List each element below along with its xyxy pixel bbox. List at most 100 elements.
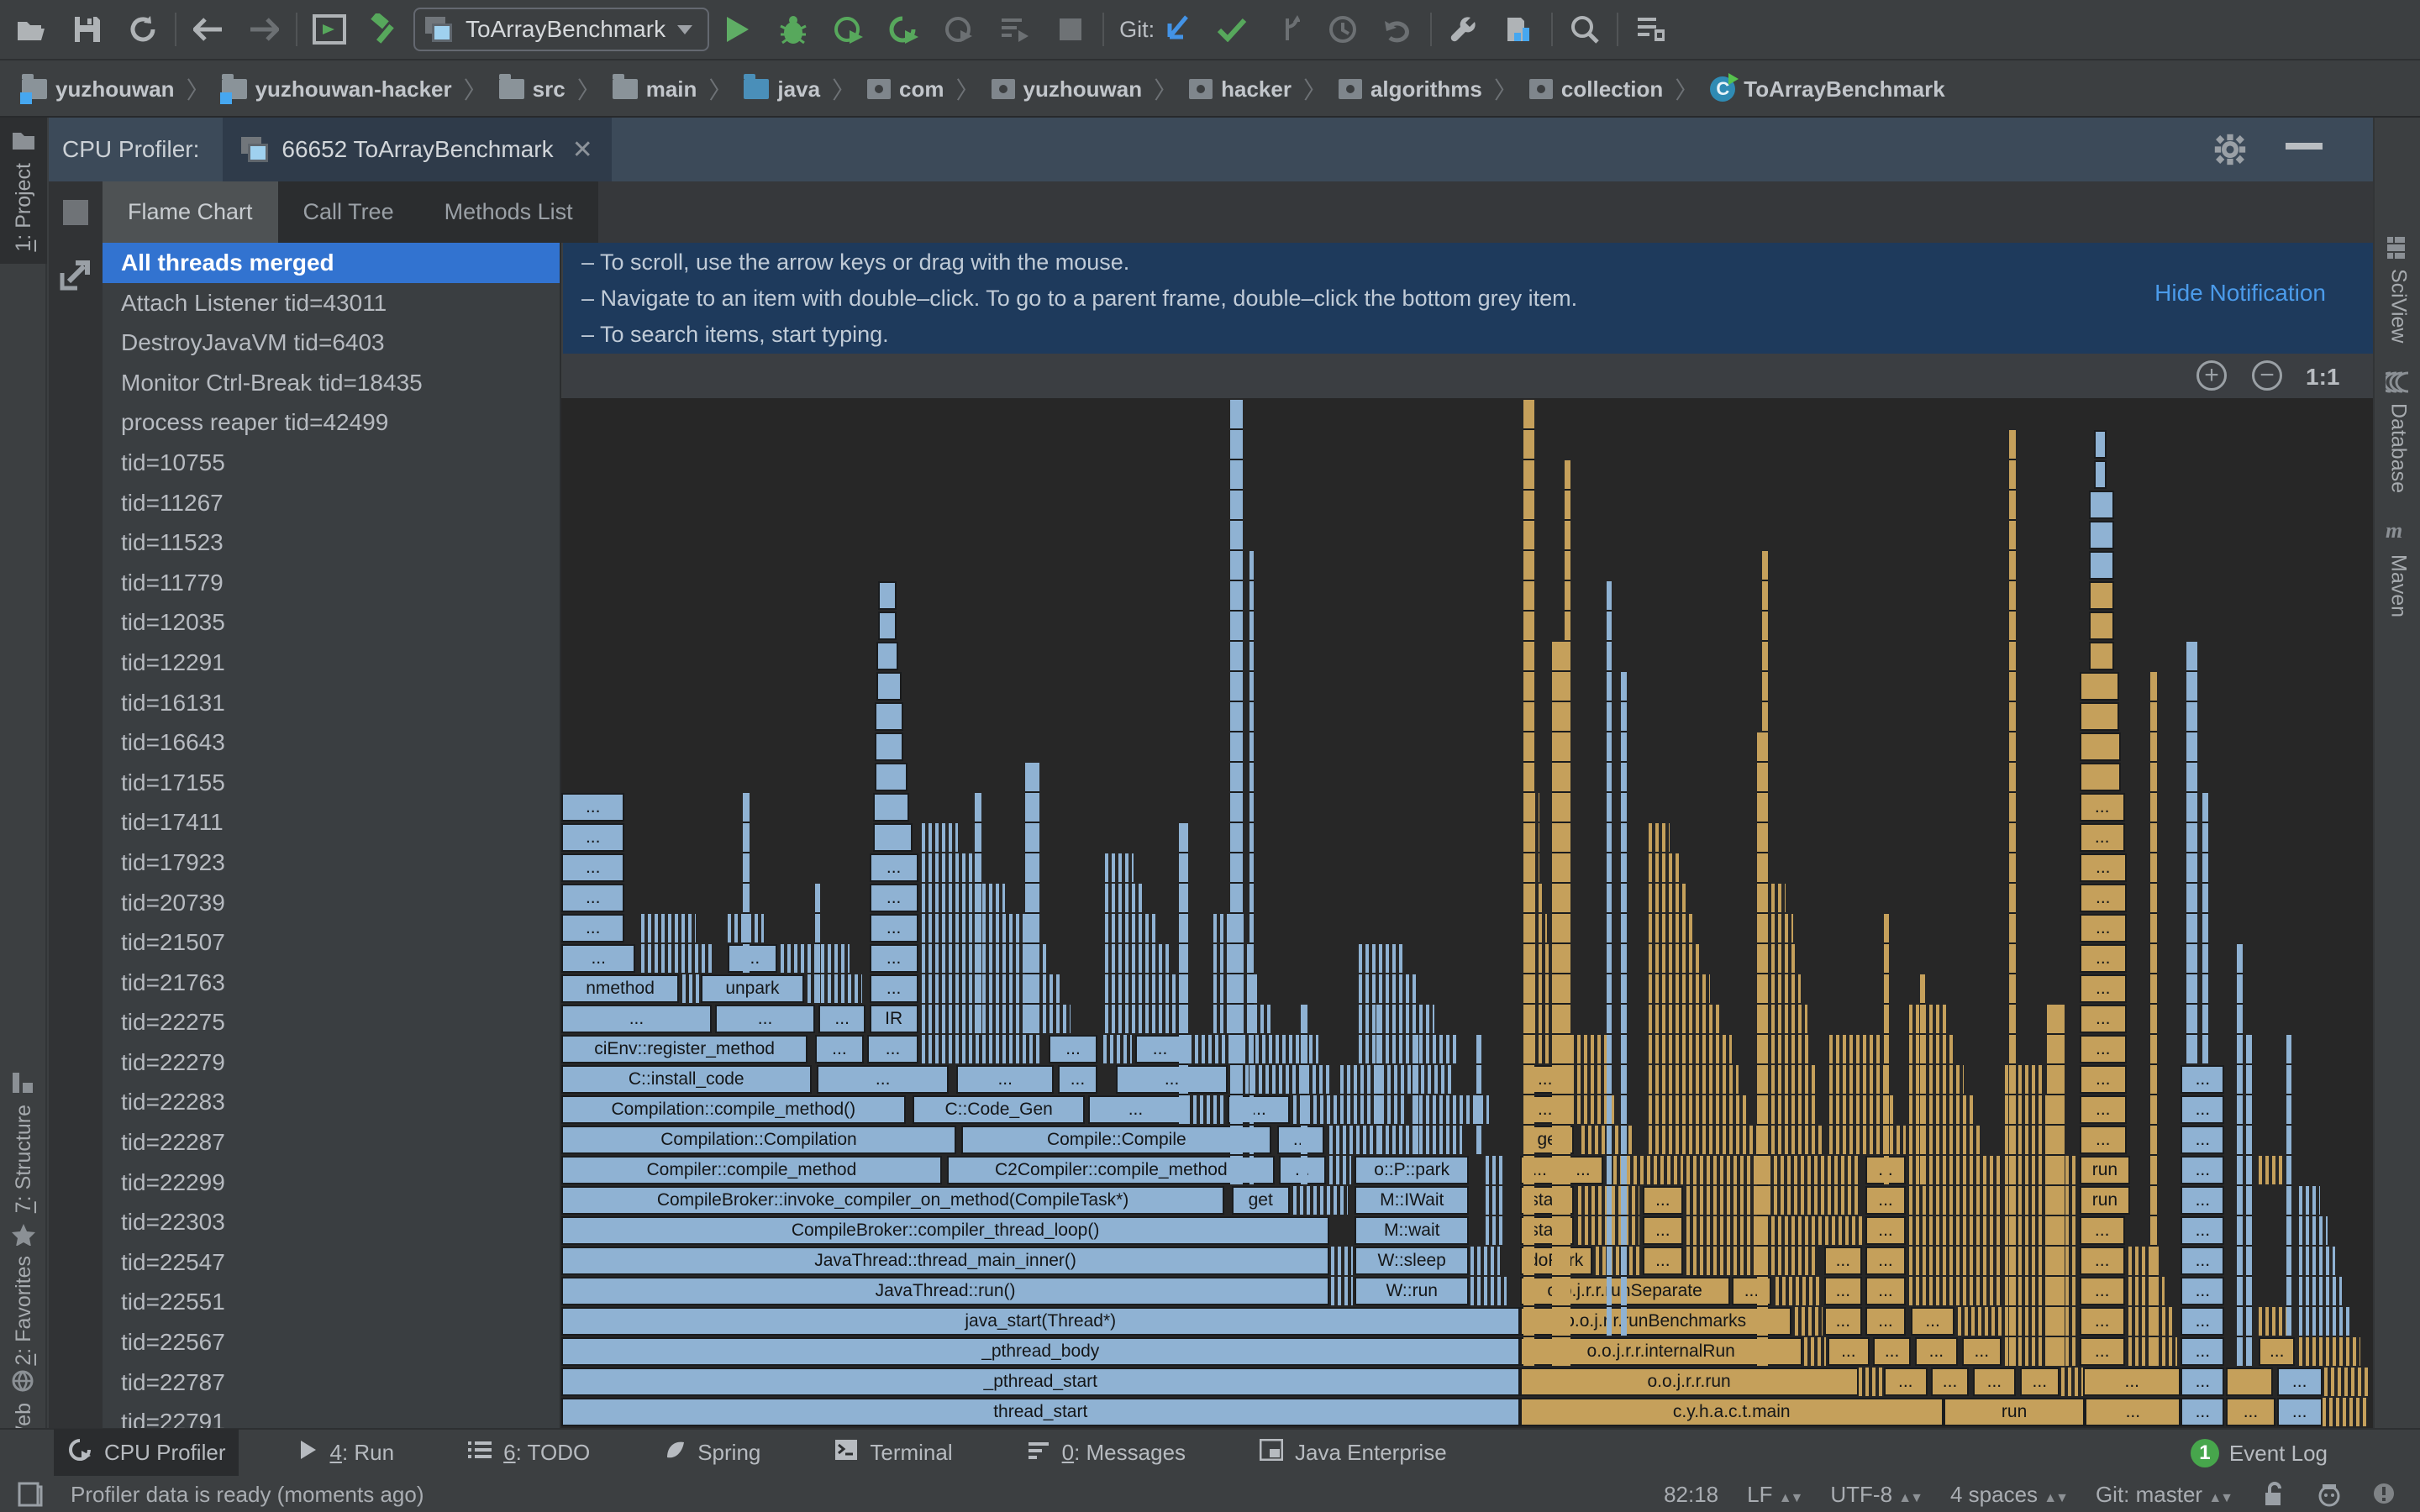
flame-frame[interactable] — [1105, 974, 1181, 1003]
zoom-out-button[interactable]: − — [2252, 360, 2282, 391]
flame-frame[interactable] — [1649, 974, 1710, 1003]
flame-frame[interactable]: ... — [2181, 1337, 2224, 1366]
flame-column[interactable] — [1230, 400, 1243, 1184]
toolwindow-stripe-favorites[interactable]: 2: Favorites — [0, 1222, 47, 1366]
flame-column[interactable] — [1179, 823, 1188, 1124]
flame-frame[interactable] — [641, 914, 696, 942]
flame-frame[interactable]: ... — [2226, 1398, 2275, 1426]
toolwindow-stripe-maven[interactable]: mMaven — [2375, 521, 2420, 617]
flame-frame[interactable] — [2128, 1277, 2165, 1305]
flame-frame[interactable]: JavaThread::run() — [561, 1277, 1329, 1305]
flame-frame[interactable] — [1686, 1216, 1768, 1245]
flame-frame[interactable] — [1771, 1216, 1862, 1245]
flame-frame[interactable] — [2080, 763, 2122, 791]
flame-frame[interactable]: ... — [1865, 1307, 1905, 1336]
flame-frame[interactable] — [1649, 1065, 1739, 1094]
breadcrumb-item[interactable]: collection — [1529, 76, 1663, 102]
flame-frame[interactable]: ... — [1643, 1247, 1682, 1275]
flame-frame[interactable] — [2005, 1247, 2077, 1275]
flame-frame[interactable] — [2005, 1337, 2077, 1366]
flame-frame[interactable]: ... — [2181, 1398, 2224, 1426]
flame-frame[interactable] — [1765, 1126, 1823, 1154]
flame-frame[interactable] — [922, 1005, 1071, 1033]
flame-frame[interactable] — [2299, 1216, 2328, 1245]
flame-frame[interactable] — [1649, 1126, 1757, 1154]
flame-column[interactable] — [743, 793, 750, 973]
flame-frame[interactable]: ... — [2181, 1156, 2224, 1184]
thread-list-item[interactable]: tid=12035 — [103, 602, 560, 643]
flame-frame[interactable] — [1105, 914, 1155, 942]
flame-frame[interactable]: M::IWait — [1355, 1186, 1469, 1215]
flame-frame[interactable] — [1329, 1126, 1380, 1154]
thread-list-item[interactable]: tid=22287 — [103, 1122, 560, 1163]
toolbar-todo-button[interactable]: 6: TODO — [455, 1429, 603, 1476]
flame-frame[interactable]: ... — [870, 853, 918, 882]
thread-list-item[interactable]: All threads merged — [103, 243, 560, 283]
flame-frame[interactable] — [2094, 460, 2107, 489]
flame-frame[interactable]: ... — [1058, 1065, 1097, 1094]
breadcrumb-item[interactable]: java — [744, 76, 820, 102]
flame-column[interactable] — [2186, 642, 2197, 1063]
run-anything-icon[interactable] — [313, 13, 346, 46]
thread-list-item[interactable]: tid=20739 — [103, 883, 560, 923]
search-everywhere-icon[interactable] — [1568, 13, 1602, 46]
flame-frame[interactable] — [2299, 1337, 2360, 1366]
flame-frame[interactable] — [1607, 1156, 1683, 1184]
thread-list-item[interactable]: tid=12291 — [103, 643, 560, 683]
flame-frame[interactable]: ... — [561, 884, 624, 912]
thread-list-item[interactable]: tid=22791 — [103, 1402, 560, 1428]
flame-frame[interactable] — [1829, 1065, 1887, 1094]
flame-frame[interactable] — [875, 763, 908, 791]
flame-column[interactable] — [1884, 914, 1889, 1184]
flame-frame[interactable]: c.y.h.a.c.t.main — [1520, 1398, 1944, 1426]
flame-frame[interactable]: ... — [1116, 1065, 1228, 1094]
flame-frame[interactable] — [1188, 1035, 1318, 1063]
flame-frame[interactable]: ... — [1643, 1186, 1682, 1215]
flame-frame[interactable]: ... — [1865, 1247, 1905, 1275]
flame-frame[interactable] — [2080, 702, 2119, 731]
thread-list-item[interactable]: tid=22303 — [103, 1202, 560, 1242]
flame-frame[interactable] — [1649, 1005, 1721, 1033]
toolbar-messages-button[interactable]: 0: Messages — [1013, 1429, 1199, 1476]
hector-inspection-icon[interactable] — [2316, 1481, 2343, 1508]
flame-frame[interactable] — [1765, 1035, 1812, 1063]
flame-frame[interactable] — [1776, 1277, 1821, 1305]
thread-list-item[interactable]: Monitor Ctrl-Break tid=18435 — [103, 363, 560, 403]
toolbar-javaenterprise-button[interactable]: Java Enterprise — [1246, 1429, 1460, 1476]
flame-frame[interactable]: ... — [2181, 1095, 2224, 1124]
thread-list-item[interactable]: tid=11267 — [103, 483, 560, 523]
zoom-reset-button[interactable]: 1:1 — [2306, 364, 2339, 391]
flame-frame[interactable]: ... — [867, 1035, 918, 1063]
flame-frame[interactable] — [2080, 732, 2122, 761]
flame-frame[interactable] — [1213, 1005, 1271, 1033]
flame-column[interactable] — [975, 793, 982, 1033]
breadcrumb-item[interactable]: algorithms — [1339, 76, 1482, 102]
tab-flame-chart[interactable]: Flame Chart — [103, 181, 278, 243]
flame-frame[interactable] — [1649, 914, 1696, 942]
thread-list-item[interactable]: tid=22283 — [103, 1082, 560, 1122]
flame-frame[interactable] — [641, 944, 713, 973]
flame-frame[interactable]: ... — [2080, 974, 2127, 1003]
flame-column[interactable] — [1757, 732, 1768, 1366]
flame-frame[interactable] — [1649, 1035, 1732, 1063]
flame-frame[interactable]: ... — [2080, 1216, 2125, 1245]
flame-frame[interactable] — [2089, 521, 2114, 549]
flame-column[interactable] — [1920, 974, 1925, 1184]
flame-frame[interactable] — [1331, 1277, 1353, 1305]
git-update-icon[interactable] — [1160, 13, 1193, 46]
close-icon[interactable]: ✕ — [572, 135, 593, 165]
flame-frame[interactable]: Compile::Compile — [961, 1126, 1271, 1154]
flame-frame[interactable] — [1596, 1247, 1641, 1275]
flame-frame[interactable] — [1105, 944, 1171, 973]
flame-frame[interactable] — [1765, 1065, 1815, 1094]
forward-icon[interactable] — [247, 13, 281, 46]
flame-frame[interactable]: ... — [561, 1005, 712, 1033]
flame-frame[interactable]: ... — [2083, 1368, 2181, 1396]
thread-list-item[interactable]: DestroyJavaVM tid=6403 — [103, 323, 560, 363]
flame-frame[interactable]: run — [2080, 1186, 2130, 1215]
thread-list-item[interactable]: tid=11779 — [103, 563, 560, 603]
flame-frame[interactable] — [1909, 1216, 2000, 1245]
tab-call-tree[interactable]: Call Tree — [278, 181, 419, 243]
build-hammer-icon[interactable] — [368, 13, 402, 46]
flame-frame[interactable] — [1649, 853, 1681, 882]
